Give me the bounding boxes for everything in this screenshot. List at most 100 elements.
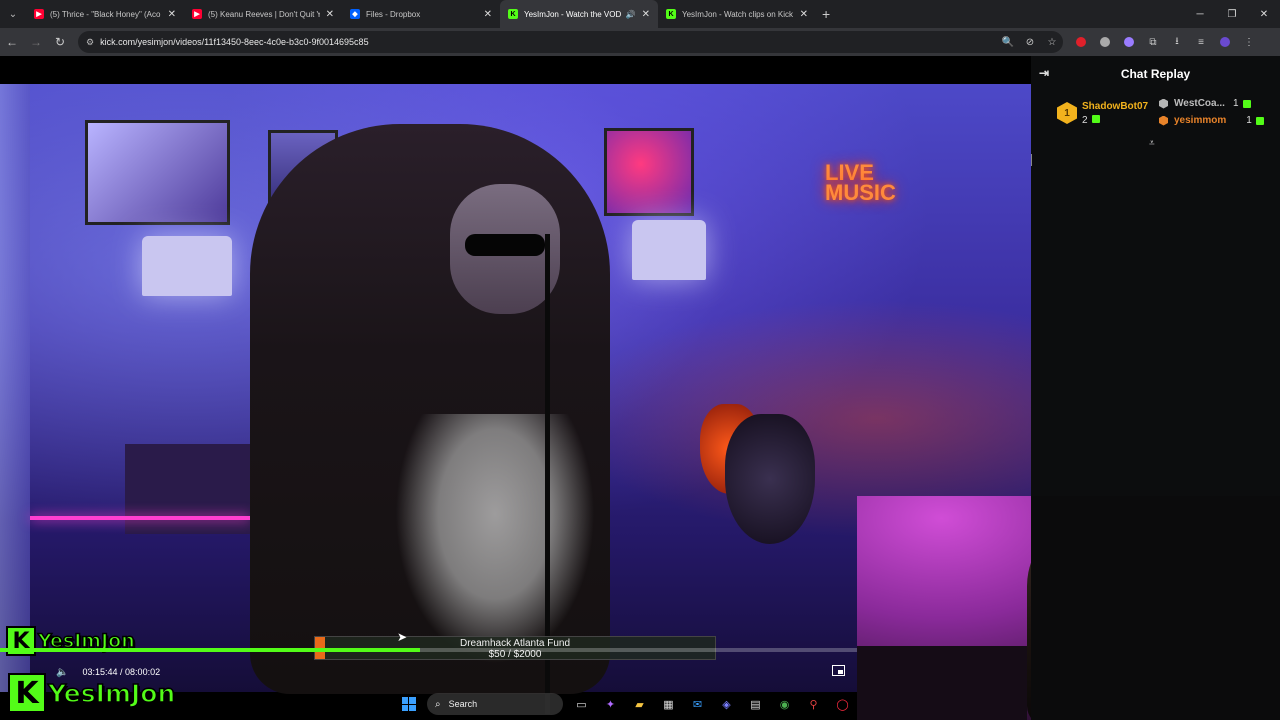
expand-leaderboard-icon[interactable]: ⩡ (1149, 138, 1155, 149)
kick-favicon-icon: K (666, 9, 676, 19)
media-control-icon[interactable]: ≡ (1189, 30, 1213, 54)
download-icon[interactable]: ⭳ (1165, 30, 1189, 54)
gift-icon (1091, 115, 1100, 123)
seek-bar[interactable] (0, 648, 857, 652)
extensions-puzzle-icon[interactable]: ⧉ (1141, 30, 1165, 54)
tab-close-icon[interactable]: ✕ (800, 9, 808, 20)
taskbar-search[interactable]: ⌕ Search (427, 693, 563, 715)
leader-first-count: 2 (1082, 115, 1100, 126)
zoom-icon[interactable]: 🔍 (997, 37, 1019, 48)
speaker-icon[interactable]: 🔊 (626, 10, 636, 19)
chat-resize-handle[interactable] (1031, 154, 1032, 166)
tab-title: (5) Keanu Reeves | Don't Quit Y (208, 9, 320, 19)
youtube-favicon-icon: ▶ (34, 9, 44, 19)
site-settings-icon[interactable]: ⚙ (86, 37, 94, 48)
tab-close-icon[interactable]: ✕ (326, 9, 334, 20)
bronze-rank-badge-icon (1159, 115, 1168, 126)
app-icon[interactable]: ▤ (741, 692, 770, 716)
leader-second-count: 1 (1232, 98, 1239, 109)
gift-leaderboard: 1 ShadowBot07 2 WestCoa... 1 yesimmom 1 (1031, 92, 1280, 140)
chrome-icon[interactable]: ◉ (770, 692, 799, 716)
desk (857, 646, 1027, 720)
extension-red-icon[interactable] (1069, 30, 1093, 54)
tab-close-icon[interactable]: ✕ (642, 9, 650, 20)
silver-rank-badge-icon (1159, 98, 1168, 109)
browser-tab[interactable]: ▶ (5) Thrice - "Black Honey" (Aco ✕ (26, 0, 184, 28)
leader-third[interactable]: yesimmom 1 (1159, 115, 1264, 126)
lamp-left (142, 236, 232, 296)
url-text: kick.com/yesimjon/videos/11f13450-8eec-4… (100, 37, 369, 47)
browser-toolbar: ← → ↻ ⚙ kick.com/yesimjon/videos/11f1345… (0, 28, 1280, 56)
leader-first-name[interactable]: ShadowBot07 (1082, 101, 1148, 112)
leader-second[interactable]: WestCoa... 1 (1159, 98, 1251, 109)
menu-kebab-icon[interactable]: ⋮ (1237, 30, 1261, 54)
copilot-icon[interactable]: ✦ (596, 692, 625, 716)
start-windows-icon[interactable] (394, 692, 423, 716)
dropbox-favicon-icon: ◆ (350, 9, 360, 19)
tab-search-chevron-icon[interactable]: ⌄ (0, 1, 26, 27)
minimize-icon[interactable]: ─ (1184, 0, 1216, 28)
eye-slash-icon[interactable]: ⊘ (1019, 37, 1041, 48)
bookmark-star-icon[interactable]: ☆ (1041, 37, 1063, 48)
profile-avatar-icon[interactable] (1213, 30, 1237, 54)
tab-close-icon[interactable]: ✕ (484, 9, 492, 20)
shirt-print (395, 414, 595, 664)
new-tab-plus-icon[interactable]: + (822, 6, 830, 22)
volume-icon[interactable]: 🔈 (56, 667, 68, 678)
leader-third-count: 1 (1246, 115, 1252, 126)
tab-title: Files - Dropbox (366, 9, 421, 19)
store-icon[interactable]: ▦ (654, 692, 683, 716)
leader-first-count-value: 2 (1082, 115, 1088, 126)
kick-favicon-icon: K (508, 9, 518, 19)
extension-purple-icon[interactable] (1117, 30, 1141, 54)
player-controls: 🔈 03:15:44 / 08:00:02 (0, 663, 857, 681)
seek-bar-fill (0, 648, 420, 652)
chat-panel: ⇥ Chat Replay 1 ShadowBot07 2 WestCoa...… (1031, 56, 1280, 496)
opera-icon[interactable]: ◯ (828, 692, 857, 716)
leader-third-name: yesimmom (1174, 115, 1227, 126)
maps-pin-icon[interactable]: ⚲ (799, 692, 828, 716)
forward-arrow-icon[interactable]: → (24, 30, 48, 54)
sunglasses (465, 234, 545, 256)
search-icon: ⌕ (435, 698, 441, 710)
sign-line-2: MUSIC (825, 180, 896, 205)
file-explorer-icon[interactable]: ▰ (625, 692, 654, 716)
chat-header: ⇥ Chat Replay (1031, 56, 1280, 92)
poster-left (85, 120, 230, 225)
gift-icon (1255, 116, 1264, 125)
extension-gray-icon[interactable] (1093, 30, 1117, 54)
restore-icon[interactable]: ❐ (1216, 0, 1248, 28)
picture-in-picture-icon[interactable] (832, 665, 845, 676)
mouse-cursor-icon: ➤ (397, 630, 408, 644)
gift-icon (1242, 99, 1251, 108)
browser-tab-strip: ⌄ ▶ (5) Thrice - "Black Honey" (Aco ✕ ▶ … (0, 0, 1280, 28)
duration: 08:00:02 (125, 667, 161, 677)
poster-right (604, 128, 694, 216)
browser-tab[interactable]: ▶ (5) Keanu Reeves | Don't Quit Y ✕ (184, 0, 342, 28)
webcam-person (1027, 516, 1031, 720)
windows-taskbar: ⌕ Search ▭ ✦ ▰ ▦ ✉ ◈ ▤ ◉ ⚲ ◯ (394, 692, 857, 716)
guitar-acoustic (725, 414, 815, 544)
mail-icon[interactable]: ✉ (683, 692, 712, 716)
video-player[interactable]: LIVE MUSIC K YesImJon K YesImJon Dreamha… (0, 56, 1031, 720)
door-frame (0, 84, 30, 692)
teams-icon[interactable]: ◈ (712, 692, 741, 716)
tab-title: (5) Thrice - "Black Honey" (Aco (50, 9, 161, 19)
youtube-favicon-icon: ▶ (192, 9, 202, 19)
browser-tab-active[interactable]: K YesImJon - Watch the VOD 🔊 ✕ (500, 0, 658, 28)
browser-tab[interactable]: ◆ Files - Dropbox ✕ (342, 0, 500, 28)
collapse-chat-icon[interactable]: ⇥ (1039, 66, 1049, 80)
close-window-icon[interactable]: ✕ (1248, 0, 1280, 28)
leader-second-name: WestCoa... (1174, 98, 1225, 109)
browser-tab[interactable]: K YesImJon - Watch clips on Kick ✕ (658, 0, 816, 28)
address-bar[interactable]: ⚙ kick.com/yesimjon/videos/11f13450-8eec… (78, 31, 1063, 53)
tab-close-icon[interactable]: ✕ (168, 9, 176, 20)
task-view-icon[interactable]: ▭ (567, 692, 596, 716)
window-controls: ─ ❐ ✕ (1184, 0, 1280, 28)
performer (250, 124, 610, 694)
tab-title: YesImJon - Watch clips on Kick (682, 9, 794, 19)
led-strip (30, 516, 250, 520)
webcam-overlay (857, 496, 1031, 720)
reload-icon[interactable]: ↻ (48, 30, 72, 54)
back-arrow-icon[interactable]: ← (0, 30, 24, 54)
